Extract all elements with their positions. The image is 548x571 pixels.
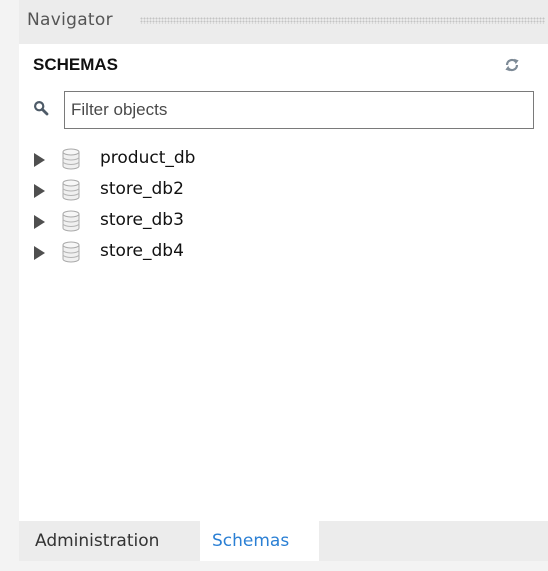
expand-arrow-icon[interactable] [34, 246, 45, 260]
tab-schemas[interactable]: Schemas [200, 521, 319, 561]
schema-name: store_db4 [100, 241, 184, 261]
bottom-tab-bar: Administration Schemas [19, 521, 548, 561]
database-icon [62, 210, 80, 232]
expand-arrow-icon[interactable] [34, 215, 45, 229]
navigator-title: Navigator [27, 10, 113, 30]
refresh-icon[interactable] [504, 57, 520, 73]
schema-tree: product_db store_db2 store_db3 store_db4 [19, 144, 548, 268]
navigator-panel: Navigator SCHEMAS pro [19, 0, 548, 571]
tab-administration[interactable]: Administration [23, 521, 171, 561]
expand-arrow-icon[interactable] [34, 153, 45, 167]
schemas-title: SCHEMAS [33, 55, 119, 74]
filter-objects-input[interactable] [64, 91, 534, 129]
schema-name: store_db3 [100, 210, 184, 230]
schema-name: store_db2 [100, 179, 184, 199]
drag-grip[interactable] [140, 17, 545, 24]
database-icon [62, 179, 80, 201]
navigator-header[interactable]: Navigator [19, 0, 548, 44]
schema-item-store-db4[interactable]: store_db4 [19, 237, 548, 268]
navigator-window: Navigator SCHEMAS pro [0, 0, 548, 571]
expand-arrow-icon[interactable] [34, 184, 45, 198]
bottom-margin [19, 561, 548, 571]
schema-item-product-db[interactable]: product_db [19, 144, 548, 175]
schema-item-store-db2[interactable]: store_db2 [19, 175, 548, 206]
database-icon [62, 148, 80, 170]
schema-name: product_db [100, 148, 196, 168]
schema-item-store-db3[interactable]: store_db3 [19, 206, 548, 237]
search-icon [33, 100, 49, 116]
database-icon [62, 241, 80, 263]
left-margin [0, 0, 19, 571]
